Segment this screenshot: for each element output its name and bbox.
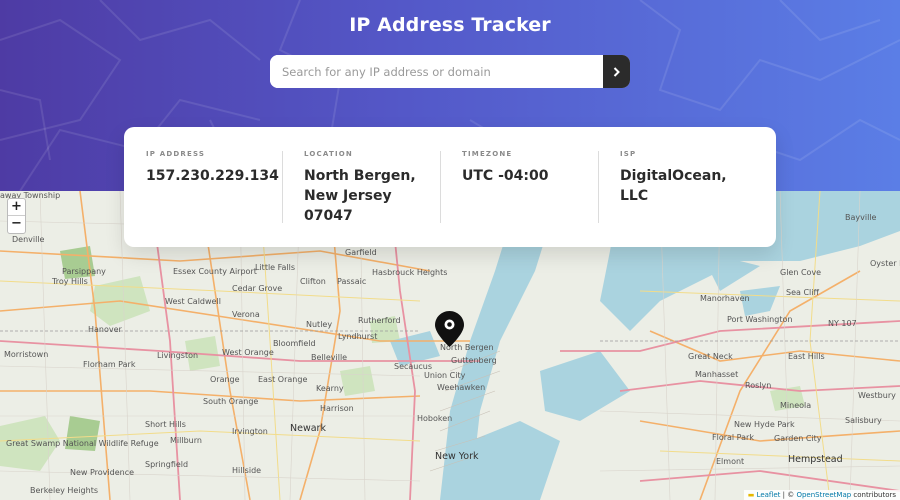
map-label: Secaucus [394,362,433,371]
zoom-in-button[interactable]: + [8,199,25,216]
map-label: Denville [12,235,45,244]
map-label: Union City [424,371,466,380]
map-label: Sea Cliff [786,288,819,297]
search-submit-button[interactable] [603,55,630,88]
ip-info-card: IP ADDRESS 157.230.229.134 LOCATION Nort… [124,127,776,247]
ip-address-section: IP ADDRESS 157.230.229.134 [124,149,282,225]
map-label: Essex County Airport [173,267,257,276]
search-input[interactable] [270,55,603,88]
zoom-control: + − [7,198,26,234]
map-label: NY 107 [828,319,857,328]
map-label: East Orange [258,375,308,384]
map-label: Garfield [345,248,377,257]
map-label: Hasbrouck Heights [372,268,448,277]
map-label: New York [435,451,479,462]
map-label: Livingston [157,351,199,360]
timezone-value: UTC -04:00 [462,168,549,184]
ip-address-label: IP ADDRESS [146,150,206,158]
map-label: Floral Park [712,433,754,442]
map-label: Little Falls [255,263,296,272]
openstreetmap-link[interactable]: OpenStreetMap [796,491,851,499]
search-form [270,55,630,88]
map-label: Hempstead [788,454,843,465]
map-label: Bloomfield [273,339,316,348]
attribution-tail: contributors [851,491,896,499]
map-label: Harrison [320,404,354,413]
map-label: Oyster Bay [870,259,900,268]
timezone-label: TIMEZONE [462,150,513,158]
map-label: Roslyn [745,381,772,390]
attribution-separator: | © [780,491,797,499]
map-label: Orange [210,375,240,384]
map-label: Clifton [300,277,326,286]
map-label: Springfield [145,460,189,469]
map-label: Garden City [774,434,822,443]
map-label: Morristown [4,350,49,359]
map-label: Newark [290,423,326,434]
map-label: Weehawken [437,383,486,392]
map-attribution: ▬ Leaflet | © OpenStreetMap contributors [743,490,900,500]
map-label: Manorhaven [700,294,750,303]
isp-label: ISP [620,150,637,158]
map-label: Lyndhurst [338,332,378,341]
location-marker[interactable] [435,311,464,351]
map-label: Berkeley Heights [30,486,99,495]
map-label: Verona [232,310,260,319]
map-label: Glen Cove [780,268,822,277]
map-label: Port Washington [727,315,793,324]
map-label: Cedar Grove [232,284,283,293]
location-section: LOCATION North Bergen, New Jersey 07047 [282,149,440,225]
map-label: Mineola [780,401,812,410]
map-label: Passaic [337,277,367,286]
map-label: Short Hills [145,420,186,429]
map-label: Kearny [316,384,344,393]
map-label: East Hills [788,352,825,361]
map-label: Troy Hills [52,277,88,286]
map-label: West Orange [222,348,274,357]
location-value: North Bergen, New Jersey 07047 [304,168,416,224]
zoom-out-button[interactable]: − [8,216,25,233]
location-pin-icon [435,311,464,347]
map-label: New Providence [70,468,135,477]
map-label: South Orange [203,397,259,406]
map-label: Hoboken [417,414,453,423]
isp-section: ISP DigitalOcean, LLC [598,149,756,225]
leaflet-link[interactable]: Leaflet [757,491,781,499]
chevron-right-icon [613,66,620,77]
map-label: Parsippany [62,267,106,276]
leaflet-flag-icon: ▬ [747,491,755,499]
map-label: Nutley [306,320,333,329]
ip-address-value: 157.230.229.134 [146,168,279,184]
map-label: West Caldwell [165,297,221,306]
map-label: Great Swamp National Wildlife Refuge [6,439,159,448]
map-label: Belleville [311,353,348,362]
map-label: Hillside [232,466,262,475]
map-label: Great Neck [688,352,733,361]
page-title: IP Address Tracker [349,14,551,36]
map-label: Rutherford [358,316,401,325]
map-label: New Hyde Park [734,420,795,429]
map-label: Florham Park [83,360,136,369]
map-label: Westbury [858,391,896,400]
map-label: Bayville [845,213,877,222]
map-label: Salisbury [845,416,882,425]
map-label: Hanover [88,325,122,334]
map-label: Manhasset [695,370,739,379]
map-label: Elmont [716,457,745,466]
timezone-section: TIMEZONE UTC -04:00 [440,149,598,225]
isp-value: DigitalOcean, LLC [620,168,727,204]
map-label: Irvington [232,427,268,436]
location-label: LOCATION [304,150,353,158]
map-label: Guttenberg [451,356,497,365]
map-label: Millburn [170,436,202,445]
